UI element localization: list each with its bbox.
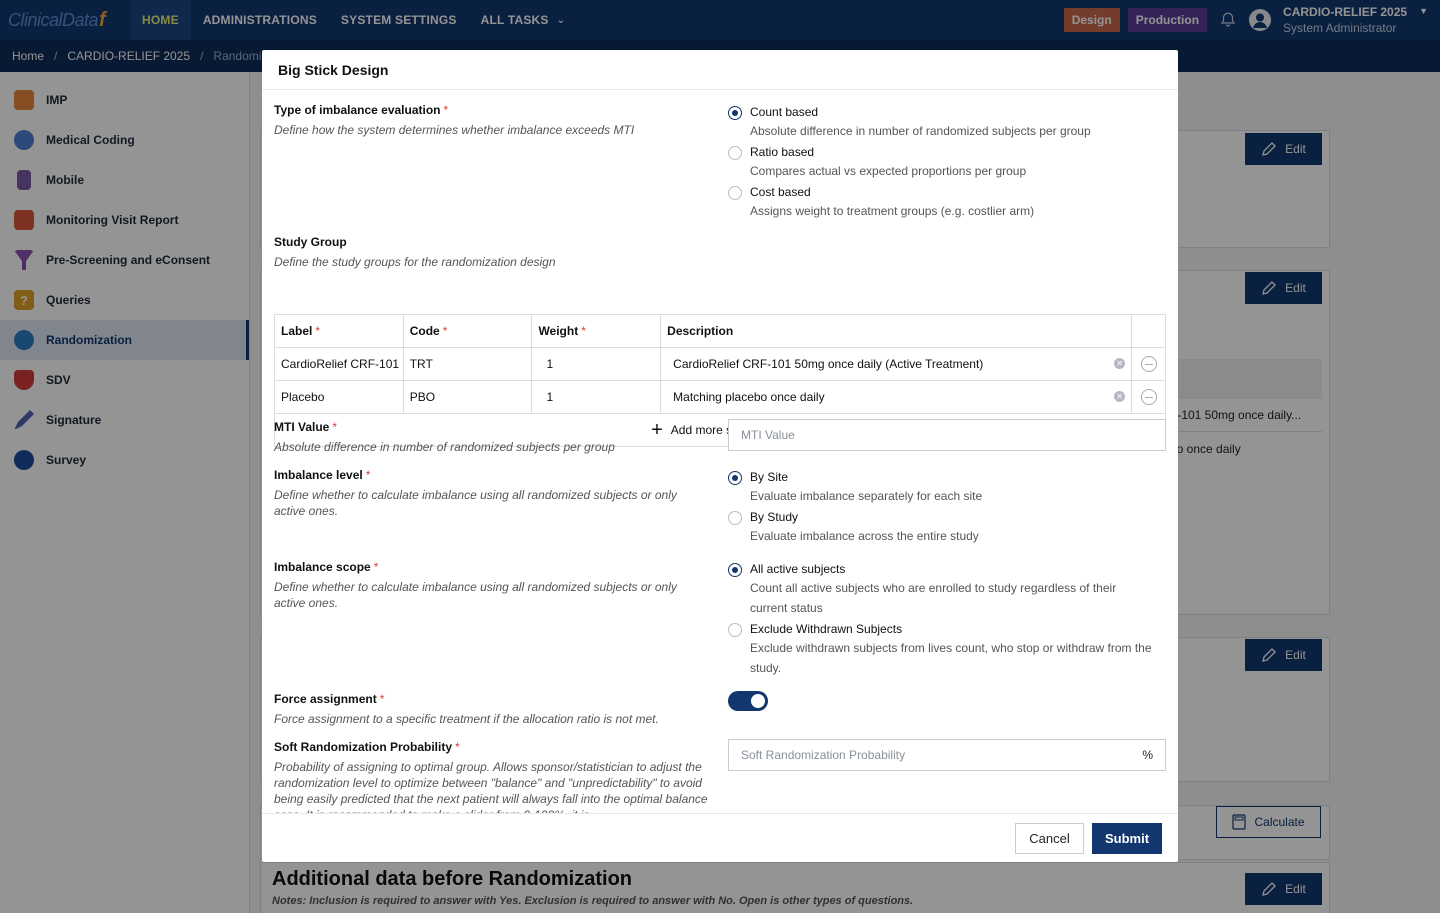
- mti-desc: Absolute difference in number of randomi…: [274, 440, 615, 454]
- imbalance-level-label: Imbalance level *: [274, 468, 370, 482]
- dialog-body: Type of imbalance evaluation * Define how…: [262, 90, 1178, 813]
- remove-row-icon[interactable]: [1140, 356, 1157, 372]
- cell-weight-input[interactable]: 1: [532, 381, 662, 413]
- label-text: Imbalance scope: [274, 560, 371, 574]
- cell-remove: [1132, 348, 1165, 380]
- remove-row-icon[interactable]: [1140, 389, 1157, 405]
- radio-count-based-desc: Absolute difference in number of randomi…: [750, 124, 1091, 138]
- imbalance-scope-label: Imbalance scope *: [274, 560, 378, 574]
- force-assignment-label: Force assignment *: [274, 692, 384, 706]
- required-marker: *: [373, 560, 379, 574]
- label-text: Soft Randomization Probability: [274, 740, 453, 754]
- soft-randomization-input[interactable]: Soft Randomization Probability%: [728, 739, 1166, 771]
- header-label: Label *: [275, 315, 404, 347]
- radio-by-study-label[interactable]: By Study: [750, 510, 798, 524]
- radio-exclude-withdrawn[interactable]: [728, 623, 742, 637]
- table-header-row: Label * Code * Weight * Description: [275, 315, 1165, 348]
- header-description: Description: [661, 315, 1133, 347]
- required-marker: *: [332, 420, 338, 434]
- radio-exclude-withdrawn-label[interactable]: Exclude Withdrawn Subjects: [750, 622, 902, 636]
- cell-label-input[interactable]: CardioRelief CRF-101: [275, 348, 404, 380]
- soft-randomization-placeholder: Soft Randomization Probability: [741, 748, 906, 762]
- study-group-label: Study Group: [274, 235, 347, 249]
- radio-all-active-subjects[interactable]: [728, 563, 742, 577]
- cell-weight-input[interactable]: 1: [532, 348, 662, 380]
- header-actions: [1132, 315, 1165, 347]
- cell-remove: [1132, 381, 1165, 413]
- clear-icon[interactable]: ✕: [1114, 391, 1126, 402]
- radio-exclude-withdrawn-desc: Exclude withdrawn subjects from lives co…: [750, 641, 1152, 675]
- description-value: CardioRelief CRF-101 50mg once daily (Ac…: [673, 357, 984, 371]
- header-text: Weight: [538, 324, 579, 338]
- label-text: Type of imbalance evaluation: [274, 103, 441, 117]
- imbalance-evaluation-label: Type of imbalance evaluation *: [274, 103, 448, 117]
- clear-icon[interactable]: ✕: [1114, 358, 1126, 369]
- dialog-footer: Cancel Submit: [262, 813, 1178, 862]
- cancel-button[interactable]: Cancel: [1015, 823, 1084, 854]
- header-text: Code: [409, 324, 440, 338]
- radio-cost-based-label[interactable]: Cost based: [750, 185, 811, 199]
- radio-ratio-based[interactable]: [728, 146, 742, 160]
- label-text: Force assignment: [274, 692, 377, 706]
- cell-description-input[interactable]: Matching placebo once daily ✕: [661, 381, 1133, 413]
- radio-count-based[interactable]: [728, 106, 742, 120]
- imbalance-level-desc: Define whether to calculate imbalance us…: [274, 488, 677, 518]
- radio-cost-based[interactable]: [728, 186, 742, 200]
- radio-ratio-based-label[interactable]: Ratio based: [750, 145, 814, 159]
- mti-input[interactable]: MTI Value: [728, 419, 1166, 451]
- soft-randomization-label: Soft Randomization Probability *: [274, 740, 460, 754]
- dialog-title: Big Stick Design: [262, 50, 1178, 90]
- radio-by-site-desc: Evaluate imbalance separately for each s…: [750, 489, 983, 503]
- table-row: CardioRelief CRF-101 TRT 1 CardioRelief …: [275, 348, 1165, 381]
- plus-icon: +: [651, 419, 663, 441]
- cell-code-input[interactable]: TRT: [404, 348, 533, 380]
- soft-randomization-desc: Probability of assigning to optimal grou…: [274, 760, 708, 813]
- study-group-desc: Define the study groups for the randomiz…: [274, 255, 556, 269]
- radio-by-site[interactable]: [728, 471, 742, 485]
- required-marker: *: [443, 103, 449, 117]
- required-marker: *: [365, 468, 371, 482]
- big-stick-design-dialog: Big Stick Design Type of imbalance evalu…: [262, 50, 1178, 862]
- radio-count-based-label[interactable]: Count based: [750, 105, 818, 119]
- percent-suffix: %: [1142, 748, 1153, 762]
- radio-all-active-subjects-label[interactable]: All active subjects: [750, 562, 845, 576]
- cell-description-input[interactable]: CardioRelief CRF-101 50mg once daily (Ac…: [661, 348, 1133, 380]
- radio-all-active-subjects-desc: Count all active subjects who are enroll…: [750, 581, 1117, 615]
- description-value: Matching placebo once daily: [673, 390, 825, 404]
- imbalance-scope-desc: Define whether to calculate imbalance us…: [274, 580, 677, 610]
- required-marker: *: [455, 740, 460, 754]
- weight-value: 1: [546, 357, 554, 371]
- radio-by-study[interactable]: [728, 511, 742, 525]
- header-weight: Weight *: [532, 315, 662, 347]
- weight-value: 1: [546, 390, 554, 404]
- header-text: Label: [281, 324, 313, 338]
- imbalance-evaluation-desc: Define how the system determines whether…: [274, 123, 635, 137]
- label-text: MTI Value: [274, 420, 330, 434]
- submit-button[interactable]: Submit: [1092, 823, 1162, 854]
- mti-label: MTI Value *: [274, 420, 337, 434]
- required-marker: *: [442, 324, 448, 338]
- radio-by-study-desc: Evaluate imbalance across the entire stu…: [750, 529, 979, 543]
- radio-ratio-based-desc: Compares actual vs expected proportions …: [750, 164, 1027, 178]
- header-code: Code *: [404, 315, 533, 347]
- cell-code-input[interactable]: PBO: [404, 381, 533, 413]
- force-assignment-toggle[interactable]: [728, 691, 768, 711]
- required-marker: *: [581, 324, 586, 338]
- radio-cost-based-desc: Assigns weight to treatment groups (e.g.…: [750, 204, 1035, 218]
- required-marker: *: [379, 692, 385, 706]
- required-marker: *: [315, 324, 321, 338]
- label-text: Imbalance level: [274, 468, 363, 482]
- force-assignment-desc: Force assignment to a specific treatment…: [274, 712, 659, 726]
- radio-by-site-label[interactable]: By Site: [750, 470, 788, 484]
- cell-label-input[interactable]: Placebo: [275, 381, 404, 413]
- table-row: Placebo PBO 1 Matching placebo once dail…: [275, 381, 1165, 414]
